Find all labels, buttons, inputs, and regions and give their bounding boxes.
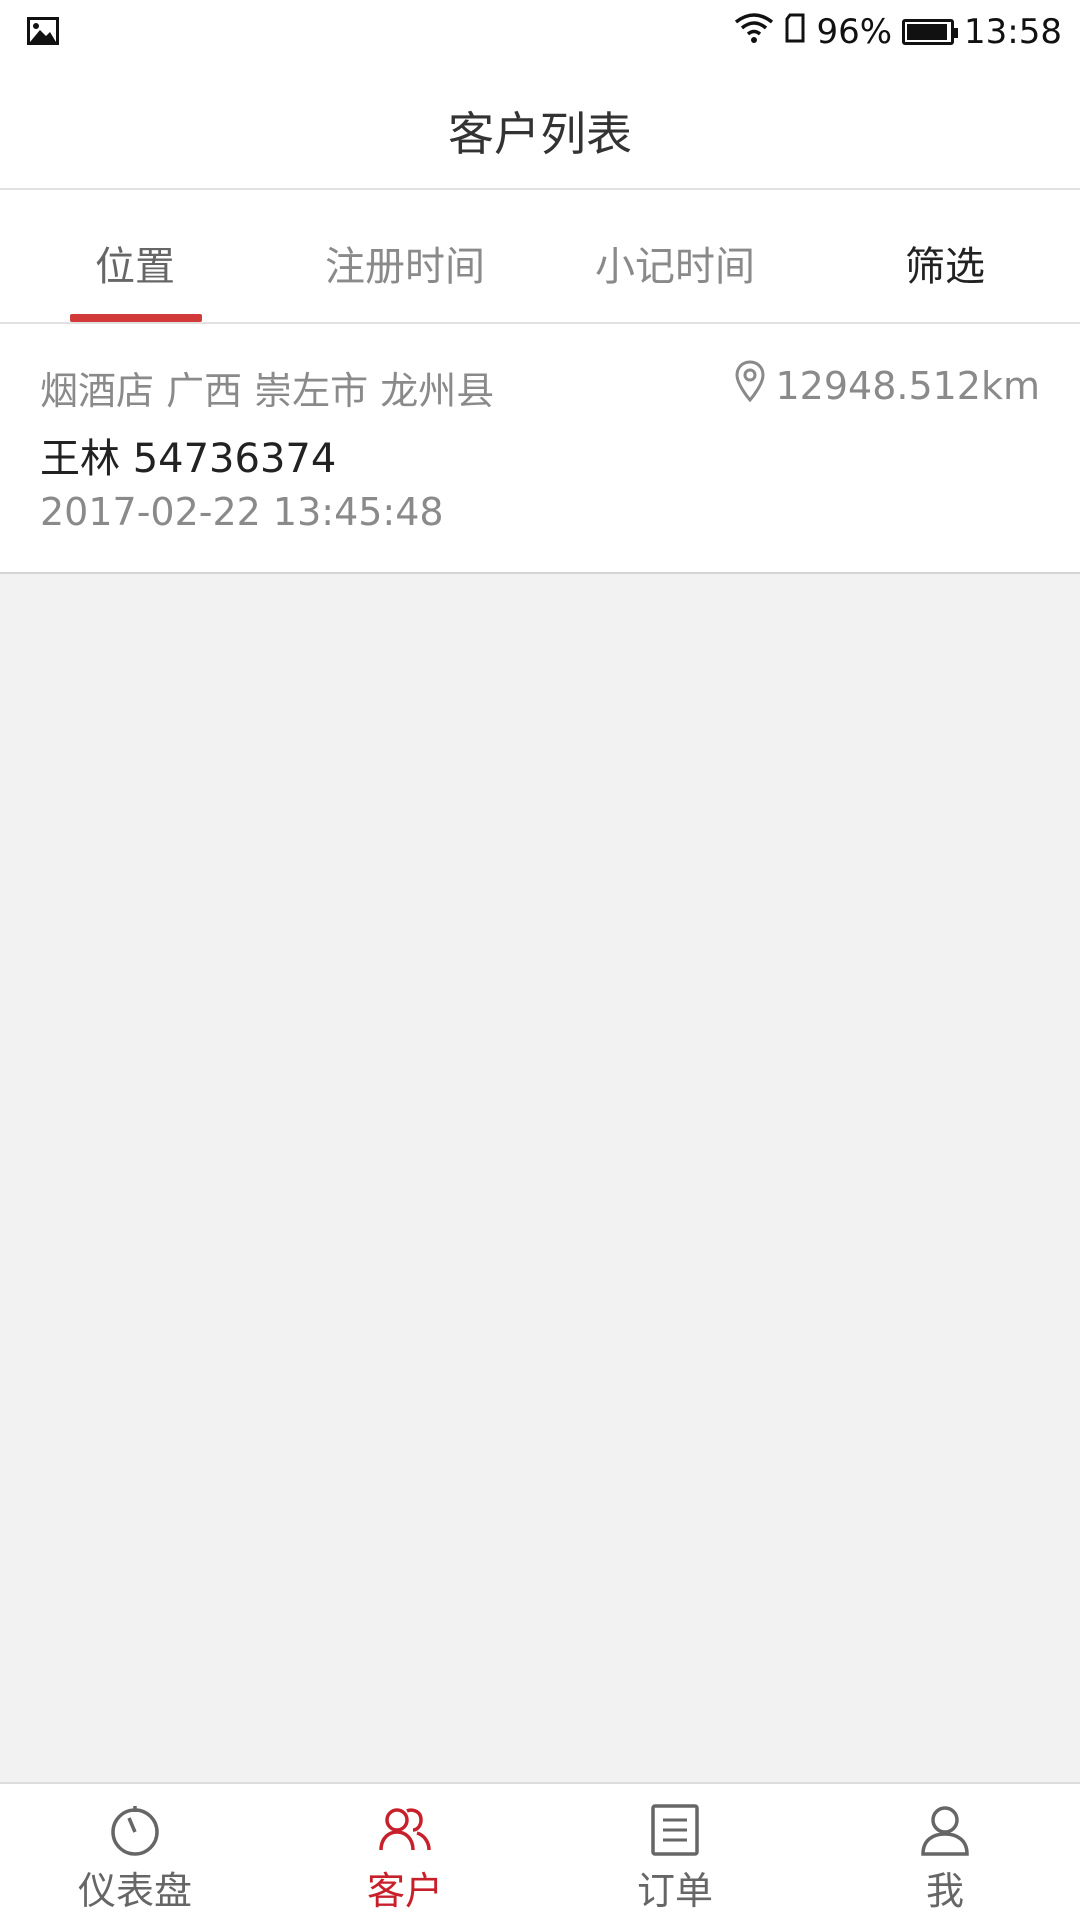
tab-label: 小记时间: [595, 244, 755, 290]
tab-active-indicator: [70, 314, 202, 322]
bottom-nav: 仪表盘 客户 订单 我: [0, 1782, 1080, 1920]
battery-fill: [907, 24, 948, 40]
location-pin-icon: [735, 360, 765, 411]
nav-profile[interactable]: 我: [810, 1784, 1080, 1920]
nav-label: 订单: [636, 1869, 713, 1913]
tab-location[interactable]: 位置: [0, 190, 270, 322]
customer-address: 烟酒店 广西 崇左市 龙州县: [40, 369, 495, 413]
header: 客户列表: [0, 64, 1080, 190]
wifi-icon: [734, 12, 774, 53]
page-title: 客户列表: [448, 107, 632, 161]
distance-value: 12948.512km: [775, 363, 1040, 408]
status-bar: 96% 13:58: [0, 0, 1080, 64]
tab-register-time[interactable]: 注册时间: [270, 190, 540, 322]
clock: 13:58: [964, 12, 1062, 52]
customer-list-item[interactable]: 烟酒店 广西 崇左市 龙州县 12948.512km 王林 54736374 2…: [0, 324, 1080, 574]
profile-icon: [917, 1802, 973, 1858]
tab-filter[interactable]: 筛选: [810, 190, 1080, 322]
nav-customers[interactable]: 客户: [270, 1784, 540, 1920]
nav-label: 仪表盘: [77, 1869, 192, 1913]
tab-label: 注册时间: [325, 244, 485, 290]
battery-icon: [902, 19, 959, 45]
image-icon: [26, 16, 60, 46]
sort-tabs: 位置 注册时间 小记时间 筛选: [0, 190, 1080, 324]
dashboard-icon: [107, 1802, 163, 1858]
customer-distance: 12948.512km: [735, 360, 1040, 411]
nav-label: 客户: [366, 1869, 443, 1913]
status-right: 96% 13:58: [734, 10, 1062, 54]
orders-icon: [647, 1802, 703, 1858]
customers-icon: [377, 1802, 433, 1858]
tab-label: 位置: [95, 244, 175, 290]
nav-label: 我: [925, 1869, 964, 1913]
battery-percent: 96%: [816, 12, 893, 52]
nav-dashboard[interactable]: 仪表盘: [0, 1784, 270, 1920]
sim-icon: [784, 12, 806, 52]
nav-orders[interactable]: 订单: [540, 1784, 810, 1920]
customer-name-phone: 王林 54736374: [40, 436, 337, 482]
customer-date: 2017-02-22 13:45:48: [40, 490, 444, 534]
tab-note-time[interactable]: 小记时间: [540, 190, 810, 322]
tab-label: 筛选: [905, 244, 985, 290]
